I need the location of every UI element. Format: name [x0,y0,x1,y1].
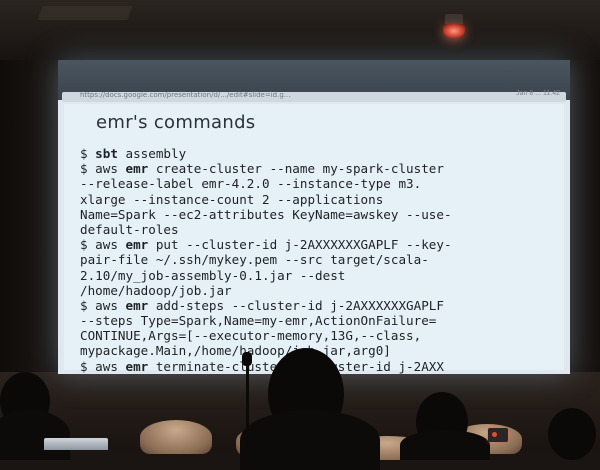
code-text: add-steps --cluster-id j-2AXXXXXXGAPLF [148,297,444,313]
code-line: $ aws emr create-cluster --name my-spark… [80,161,452,176]
code-text: assembly [117,146,187,161]
projection-screen: https://docs.google.com/presentation/d/.… [58,60,570,374]
audience-shoulder [0,410,70,460]
code-text: $ aws [80,237,126,253]
left-wall [0,60,58,390]
code-line: mypackage.Main,/home/hadoop/job.jar,arg0… [80,343,452,358]
code-text: CONTINUE,Args=[--executor-memory,13G,--c… [80,328,422,344]
address-url: https://docs.google.com/presentation/d/.… [80,91,291,99]
code-line: $ aws emr terminate-clusters --cluster-i… [80,359,452,374]
code-text: 2.10/my_job-assembly-0.1.jar --dest [80,267,346,283]
audience-shoulder [400,430,490,460]
code-line: Name=Spark --ec2-attributes KeyName=awsk… [80,207,452,222]
slide-title: emr's commands [96,112,256,133]
spotlight-icon [443,24,465,38]
code-line: xlarge --instance-count 2 --applications [80,192,452,207]
code-text: $ [80,146,96,161]
code-text: default-roles [80,221,179,237]
code-text: xlarge --instance-count 2 --applications [80,191,384,207]
code-line: $ aws emr add-steps --cluster-id j-2AXXX… [80,298,452,313]
slide: emr's commands $ sbt assembly $ aws emr c… [64,104,564,374]
audience-head [548,408,596,460]
command-code-block: $ sbt assembly $ aws emr create-cluster -… [80,146,452,374]
audience-shoulder [240,410,380,470]
code-line: $ sbt assembly [80,146,452,161]
record-dot-icon [492,432,497,437]
code-line: pair-file ~/.ssh/mykey.pem --src target/… [80,252,452,267]
code-line: default-roles [80,222,452,237]
code-text: $ aws [80,161,126,177]
code-text: /home/hadoop/job.jar [80,282,232,298]
code-text: $ aws [80,297,126,313]
code-text: pair-file ~/.ssh/mykey.pem --src target/… [80,252,429,268]
code-line: --steps Type=Spark,Name=my-emr,ActionOnF… [80,313,452,328]
code-keyword: emr [125,237,149,253]
laptop-screen [44,438,108,450]
microphone-stand [246,352,249,450]
code-keyword: sbt [95,146,118,161]
code-text: put --cluster-id j-2AXXXXXXGAPLF --key- [148,237,452,253]
seat-back [140,420,212,454]
system-tray: Jan 8 ... 11:42 [516,90,560,97]
code-text: --release-label emr-4.2.0 --instance-typ… [80,176,422,192]
code-keyword: emr [125,161,149,177]
code-line: --release-label emr-4.2.0 --instance-typ… [80,176,452,191]
phone-icon [488,428,508,442]
code-line: /home/hadoop/job.jar [80,283,452,298]
code-line: 2.10/my_job-assembly-0.1.jar --dest [80,268,452,283]
code-text: --steps Type=Spark,Name=my-emr,ActionOnF… [80,313,437,329]
code-text: Name=Spark --ec2-attributes KeyName=awsk… [80,206,452,222]
code-text: mypackage.Main,/home/hadoop/job.jar,arg0… [80,343,391,359]
code-text: create-cluster --name my-spark-cluster [148,161,444,177]
code-keyword: emr [125,297,149,313]
ceiling-beam [37,6,133,20]
code-text: $ aws [80,358,126,374]
code-keyword: emr [125,358,149,374]
code-line: $ aws emr put --cluster-id j-2AXXXXXXGAP… [80,237,452,252]
code-line: CONTINUE,Args=[--executor-memory,13G,--c… [80,328,452,343]
